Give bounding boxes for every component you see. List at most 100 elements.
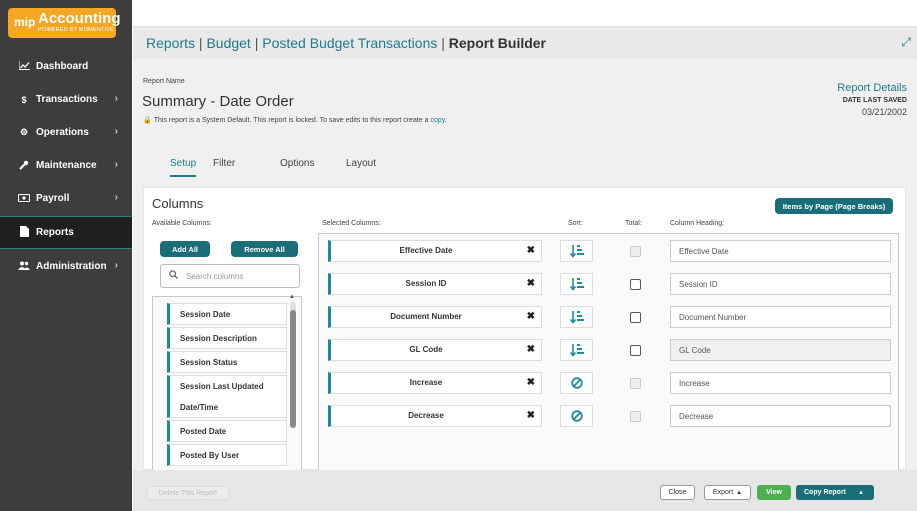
logo-mark: mip bbox=[14, 15, 36, 29]
breadcrumb: Reports | Budget | Posted Budget Transac… bbox=[146, 35, 546, 51]
selected-column-name: GL Code bbox=[409, 345, 443, 354]
caret-up-icon[interactable]: ▲ bbox=[858, 490, 864, 496]
copy-report-button[interactable]: Copy Report ▲ bbox=[796, 485, 874, 500]
sidebar: mip Accounting POWERED BY MOMENTIVE Dash… bbox=[0, 0, 132, 511]
chart-line-icon bbox=[18, 61, 30, 72]
total-checkbox bbox=[630, 378, 641, 389]
no-sort-icon[interactable] bbox=[560, 372, 593, 394]
breadcrumb-current: Report Builder bbox=[448, 35, 547, 51]
column-heading-input[interactable]: Document Number bbox=[670, 306, 891, 328]
total-checkbox[interactable] bbox=[630, 279, 641, 290]
search-icon bbox=[169, 270, 178, 282]
sidebar-item-label: Operations bbox=[36, 127, 89, 138]
sort-ascending-icon[interactable] bbox=[560, 240, 593, 262]
view-button[interactable]: View bbox=[757, 485, 791, 500]
add-all-button[interactable]: Add All bbox=[160, 241, 210, 257]
main-content: Report Name Summary - Date Order 🔒 This r… bbox=[133, 59, 917, 471]
available-columns-list[interactable]: Session Date Session Description Session… bbox=[152, 296, 302, 471]
scrollbar-thumb[interactable] bbox=[290, 310, 296, 428]
selected-columns-label: Selected Columns: bbox=[322, 220, 381, 227]
no-sort-icon[interactable] bbox=[560, 405, 593, 427]
chevron-right-icon: › bbox=[114, 126, 118, 137]
date-last-saved-value: 03/21/2002 bbox=[861, 107, 907, 117]
remove-icon[interactable]: ✖ bbox=[527, 278, 535, 289]
sidebar-item-reports[interactable]: Reports bbox=[0, 216, 132, 249]
copy-report-label: Copy Report bbox=[804, 489, 846, 496]
table-row[interactable]: GL Code ✖ bbox=[328, 339, 542, 361]
breadcrumb-budget[interactable]: Budget bbox=[206, 35, 250, 51]
table-row[interactable]: Increase ✖ bbox=[328, 372, 542, 394]
total-checkbox[interactable] bbox=[630, 345, 641, 356]
sidebar-item-payroll[interactable]: Payroll › bbox=[0, 182, 132, 215]
list-item[interactable]: Session Description bbox=[167, 327, 287, 349]
lock-icon: 🔒 bbox=[143, 117, 152, 124]
table-row[interactable]: Decrease ✖ bbox=[328, 405, 542, 427]
sidebar-item-label: Payroll bbox=[36, 193, 70, 204]
table-row[interactable]: Document Number ✖ bbox=[328, 306, 542, 328]
footer-bar: Delete This Report Close Export ▲ View C… bbox=[133, 470, 917, 511]
table-row[interactable]: Session ID ✖ bbox=[328, 273, 542, 295]
sidebar-item-transactions[interactable]: $ Transactions › bbox=[0, 83, 132, 116]
chevron-right-icon: › bbox=[114, 93, 118, 104]
report-details-link[interactable]: Report Details bbox=[837, 82, 907, 94]
breadcrumb-posted-budget-transactions[interactable]: Posted Budget Transactions bbox=[262, 35, 437, 51]
list-item[interactable]: Posted By User bbox=[167, 444, 287, 466]
column-heading-input[interactable]: Decrease bbox=[670, 405, 891, 427]
sidebar-item-maintenance[interactable]: Maintenance › bbox=[0, 149, 132, 182]
report-details: Report Details DATE LAST SAVED 03/21/200… bbox=[837, 82, 907, 117]
search-input[interactable]: Search columns bbox=[160, 264, 300, 288]
tab-setup[interactable]: Setup bbox=[170, 158, 197, 177]
page-breaks-button[interactable]: Items by Page (Page Breaks) bbox=[775, 198, 893, 214]
sort-label: Sort: bbox=[568, 220, 583, 227]
list-item[interactable]: Session Last Updated Date/Time bbox=[167, 375, 287, 418]
users-icon bbox=[18, 261, 30, 272]
chevron-right-icon: › bbox=[114, 192, 118, 203]
total-checkbox bbox=[630, 411, 641, 422]
columns-title: Columns bbox=[152, 196, 204, 211]
sidebar-item-label: Administration bbox=[36, 261, 107, 272]
tab-filter[interactable]: Filter bbox=[213, 158, 235, 169]
lock-message-text: This report is a System Default. This re… bbox=[153, 117, 429, 124]
remove-all-button[interactable]: Remove All bbox=[231, 241, 298, 257]
gears-icon: ⚙ bbox=[19, 127, 29, 137]
total-checkbox[interactable] bbox=[630, 312, 641, 323]
sidebar-item-operations[interactable]: ⚙ Operations › bbox=[0, 116, 132, 149]
selected-column-name: Session ID bbox=[405, 279, 447, 288]
list-item[interactable]: Session Date bbox=[167, 303, 287, 325]
top-bar bbox=[133, 0, 917, 27]
app-logo[interactable]: mip Accounting POWERED BY MOMENTIVE bbox=[8, 8, 121, 38]
remove-icon[interactable]: ✖ bbox=[527, 344, 535, 355]
remove-icon[interactable]: ✖ bbox=[527, 377, 535, 388]
remove-icon[interactable]: ✖ bbox=[527, 410, 535, 421]
sort-ascending-icon[interactable] bbox=[560, 306, 593, 328]
sort-ascending-icon[interactable] bbox=[560, 273, 593, 295]
sort-ascending-icon[interactable] bbox=[560, 339, 593, 361]
breadcrumb-reports[interactable]: Reports bbox=[146, 35, 195, 51]
tab-layout[interactable]: Layout bbox=[346, 158, 376, 169]
expand-icon[interactable]: ⤢ bbox=[901, 35, 911, 50]
remove-icon[interactable]: ✖ bbox=[527, 245, 535, 256]
selected-column-name: Decrease bbox=[408, 411, 444, 420]
list-item[interactable]: Session Status bbox=[167, 351, 287, 373]
lock-message: 🔒 This report is a System Default. This r… bbox=[143, 116, 447, 124]
remove-icon[interactable]: ✖ bbox=[527, 311, 535, 322]
list-item[interactable]: Posted Date bbox=[167, 420, 287, 442]
columns-panel: Columns Items by Page (Page Breaks) Avai… bbox=[143, 187, 906, 471]
tab-options[interactable]: Options bbox=[280, 158, 314, 169]
copy-link[interactable]: copy bbox=[430, 117, 444, 124]
sidebar-item-dashboard[interactable]: Dashboard bbox=[0, 50, 132, 83]
breadcrumb-separator: | bbox=[441, 35, 445, 51]
column-heading-label: Column Heading: bbox=[670, 220, 725, 227]
close-button[interactable]: Close bbox=[660, 485, 695, 500]
table-row[interactable]: Effective Date ✖ bbox=[328, 240, 542, 262]
scroll-up-arrow-icon[interactable]: ▲ bbox=[289, 294, 295, 300]
selected-column-name: Document Number bbox=[390, 312, 462, 321]
sidebar-item-administration[interactable]: Administration › bbox=[0, 250, 132, 283]
column-heading-input[interactable]: Session ID bbox=[670, 273, 891, 295]
column-heading-input[interactable]: Increase bbox=[670, 372, 891, 394]
column-heading-input[interactable]: GL Code bbox=[670, 339, 891, 361]
search-placeholder: Search columns bbox=[186, 271, 244, 281]
column-heading-input[interactable]: Effective Date bbox=[670, 240, 891, 262]
export-button[interactable]: Export ▲ bbox=[704, 485, 751, 500]
report-name-label: Report Name bbox=[143, 78, 185, 85]
